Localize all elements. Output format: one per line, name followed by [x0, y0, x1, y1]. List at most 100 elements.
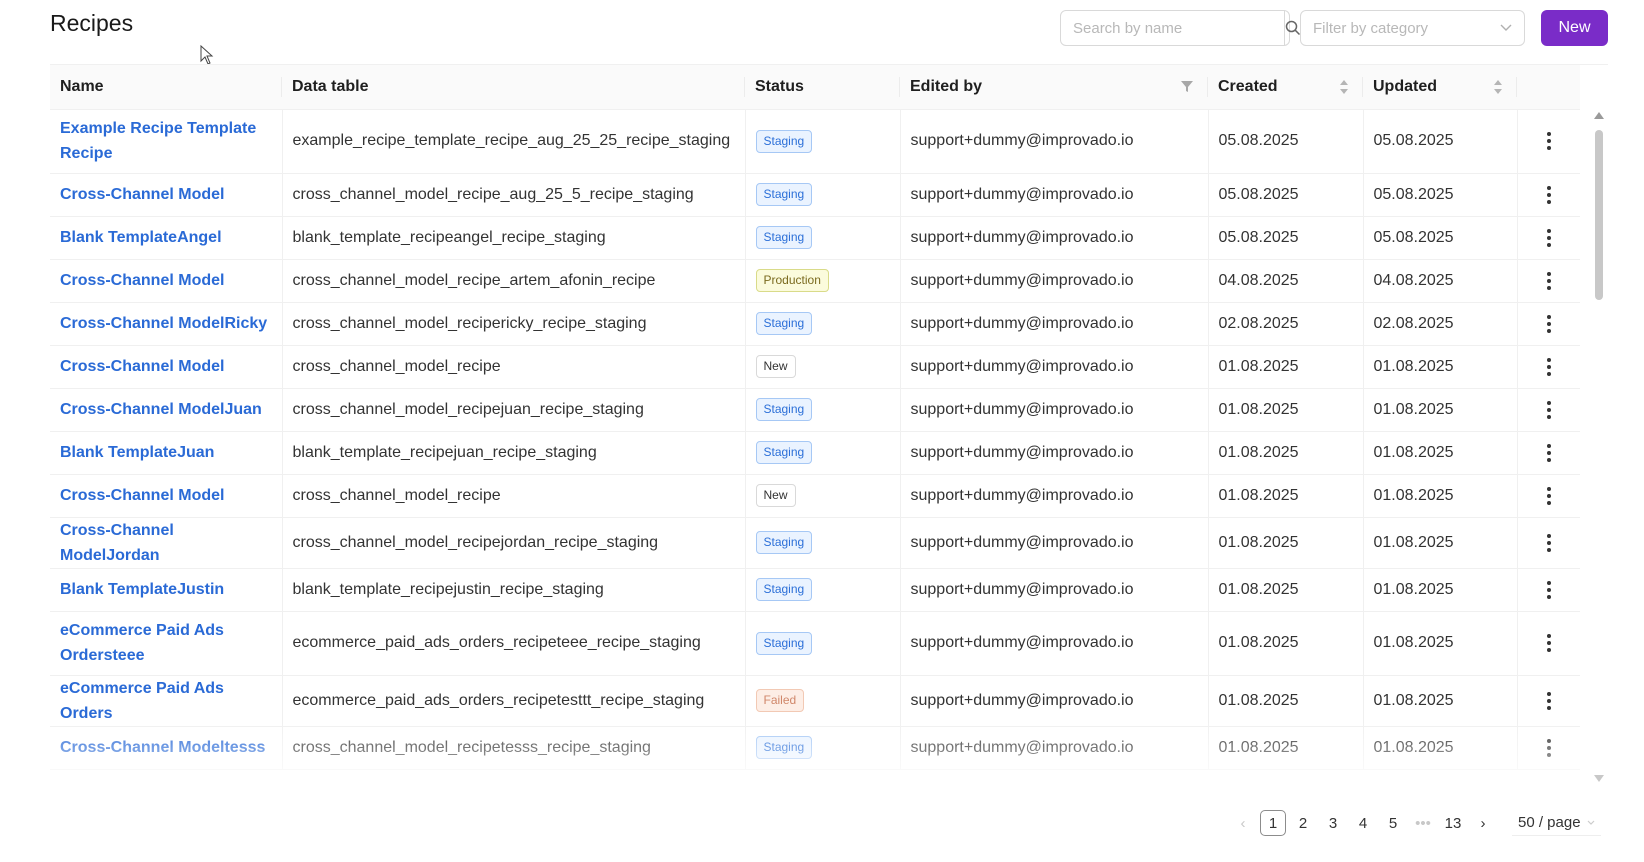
category-filter-placeholder: Filter by category	[1313, 19, 1429, 37]
row-actions-button[interactable]	[1528, 533, 1571, 552]
sort-icon[interactable]	[1339, 79, 1349, 95]
page-4-button[interactable]: 4	[1350, 810, 1376, 836]
scroll-up-arrow-icon[interactable]	[1594, 112, 1604, 119]
filter-icon[interactable]	[1180, 79, 1194, 93]
more-vertical-icon	[1546, 314, 1551, 333]
recipe-name-link[interactable]: Cross-Channel Model	[60, 182, 272, 207]
cell-actions	[1517, 345, 1580, 389]
cell-updated: 01.08.2025	[1363, 431, 1518, 475]
sort-icon[interactable]	[1493, 79, 1503, 95]
table-row[interactable]: Cross-Channel ModelJordan cross_channel_m…	[50, 517, 1580, 569]
recipe-name-link[interactable]: Cross-Channel Model	[60, 483, 272, 508]
recipe-name-link[interactable]: Cross-Channel ModelJordan	[60, 518, 272, 568]
cell-data-table: blank_template_recipejuan_recipe_staging	[282, 431, 746, 475]
recipe-name-link[interactable]: Example Recipe Template Recipe	[60, 116, 272, 166]
recipe-name-link[interactable]: Blank TemplateJustin	[60, 577, 272, 602]
new-recipe-button[interactable]: New	[1541, 10, 1608, 46]
cell-name: Cross-Channel Model	[50, 474, 283, 518]
table-row[interactable]: Cross-Channel Model cross_channel_model_r…	[50, 474, 1580, 518]
column-header-updated[interactable]: Updated	[1363, 65, 1517, 110]
cell-name: Example Recipe Template Recipe	[50, 109, 283, 174]
row-actions-button[interactable]	[1528, 580, 1571, 599]
cell-status: Staging	[745, 431, 901, 475]
row-actions-button[interactable]	[1528, 400, 1571, 419]
cell-updated: 02.08.2025	[1363, 302, 1518, 346]
table-row[interactable]: eCommerce Paid Ads Ordersteee ecommerce_p…	[50, 611, 1580, 676]
cell-status: Failed	[745, 675, 901, 727]
cell-data-table: cross_channel_model_recipejordan_recipe_…	[282, 517, 746, 569]
row-actions-button[interactable]	[1528, 357, 1571, 376]
cell-data-table: cross_channel_model_recipejuan_recipe_st…	[282, 388, 746, 432]
page-5-button[interactable]: 5	[1380, 810, 1406, 836]
recipe-name-link[interactable]: eCommerce Paid Ads Ordersteee	[60, 618, 272, 668]
status-badge: Staging	[755, 631, 813, 655]
cell-edited-by: support+dummy@improvado.io	[900, 568, 1209, 612]
row-actions-button[interactable]	[1528, 634, 1571, 652]
prev-page-button[interactable]: ‹	[1230, 810, 1256, 836]
row-actions-button[interactable]	[1528, 738, 1571, 757]
row-actions-button[interactable]	[1528, 271, 1571, 290]
more-vertical-icon	[1546, 357, 1551, 376]
category-filter-select[interactable]: Filter by category	[1300, 10, 1525, 46]
page-3-button[interactable]: 3	[1320, 810, 1346, 836]
next-page-button[interactable]: ›	[1470, 810, 1496, 836]
page-1-button[interactable]: 1	[1260, 810, 1286, 836]
row-actions-button[interactable]	[1528, 314, 1571, 333]
cell-data-table: cross_channel_model_recipericky_recipe_s…	[282, 302, 746, 346]
recipe-name-link[interactable]: Cross-Channel Model	[60, 354, 272, 379]
recipe-name-link[interactable]: Blank TemplateJuan	[60, 440, 272, 465]
cell-edited-by: support+dummy@improvado.io	[900, 216, 1209, 260]
row-actions-button[interactable]	[1528, 185, 1571, 204]
status-badge: Staging	[755, 183, 813, 206]
recipe-name-link[interactable]: Blank TemplateAngel	[60, 225, 272, 250]
row-actions-button[interactable]	[1528, 443, 1571, 462]
cell-edited-by: support+dummy@improvado.io	[900, 173, 1209, 217]
cell-status: Staging	[745, 568, 901, 612]
table-row[interactable]: eCommerce Paid Ads Orders ecommerce_paid_…	[50, 675, 1580, 727]
cell-data-table: blank_template_recipejustin_recipe_stagi…	[282, 568, 746, 612]
row-actions-button[interactable]	[1528, 691, 1571, 710]
cell-updated: 01.08.2025	[1363, 388, 1518, 432]
scrollbar-thumb[interactable]	[1595, 130, 1603, 300]
cell-updated: 01.08.2025	[1363, 611, 1518, 676]
column-header-created[interactable]: Created	[1208, 65, 1363, 110]
table-row[interactable]: Cross-Channel Model cross_channel_model_r…	[50, 259, 1580, 303]
pagination-ellipsis[interactable]: •••	[1410, 810, 1436, 836]
cell-status: Staging	[745, 726, 901, 770]
page-size-select[interactable]: 50 / page	[1512, 810, 1601, 836]
recipe-name-link[interactable]: Cross-Channel ModelJuan	[60, 397, 272, 422]
recipes-table: Name Data table Status Edited by Created	[50, 65, 1580, 770]
more-vertical-icon	[1546, 738, 1551, 757]
cell-edited-by: support+dummy@improvado.io	[900, 109, 1209, 174]
cell-edited-by: support+dummy@improvado.io	[900, 726, 1209, 770]
table-row[interactable]: Blank TemplateJuan blank_template_recipej…	[50, 431, 1580, 475]
table-row[interactable]: Blank TemplateJustin blank_template_recip…	[50, 568, 1580, 612]
row-actions-button[interactable]	[1528, 228, 1571, 247]
recipe-name-link[interactable]: eCommerce Paid Ads Orders	[60, 676, 272, 726]
page-last-button[interactable]: 13	[1440, 810, 1466, 836]
recipe-name-link[interactable]: Cross-Channel Modeltesss	[60, 735, 272, 760]
recipe-name-link[interactable]: Cross-Channel Model	[60, 268, 272, 293]
table-row[interactable]: Cross-Channel Model cross_channel_model_r…	[50, 345, 1580, 389]
table-row[interactable]: Cross-Channel Model cross_channel_model_r…	[50, 173, 1580, 217]
table-row[interactable]: Cross-Channel Modeltesss cross_channel_mo…	[50, 726, 1580, 770]
cell-name: Blank TemplateJuan	[50, 431, 283, 475]
row-actions-button[interactable]	[1528, 132, 1571, 150]
page-2-button[interactable]: 2	[1290, 810, 1316, 836]
search-input[interactable]	[1061, 11, 1284, 45]
row-actions-button[interactable]	[1528, 486, 1571, 505]
table-scrollbar[interactable]	[1592, 108, 1606, 784]
cell-data-table: blank_template_recipeangel_recipe_stagin…	[282, 216, 746, 260]
table-row[interactable]: Example Recipe Template Recipe example_re…	[50, 109, 1580, 174]
recipe-name-link[interactable]: Cross-Channel ModelRicky	[60, 311, 272, 336]
table-row[interactable]: Cross-Channel ModelRicky cross_channel_mo…	[50, 302, 1580, 346]
scroll-down-arrow-icon[interactable]	[1594, 775, 1604, 782]
status-badge: Failed	[755, 689, 805, 712]
search-button[interactable]	[1284, 11, 1301, 45]
cell-created: 05.08.2025	[1208, 216, 1364, 260]
status-badge: Staging	[755, 129, 813, 153]
status-badge: Production	[755, 269, 829, 292]
table-row[interactable]: Cross-Channel ModelJuan cross_channel_mod…	[50, 388, 1580, 432]
cell-status: Staging	[745, 302, 901, 346]
table-row[interactable]: Blank TemplateAngel blank_template_recipe…	[50, 216, 1580, 260]
